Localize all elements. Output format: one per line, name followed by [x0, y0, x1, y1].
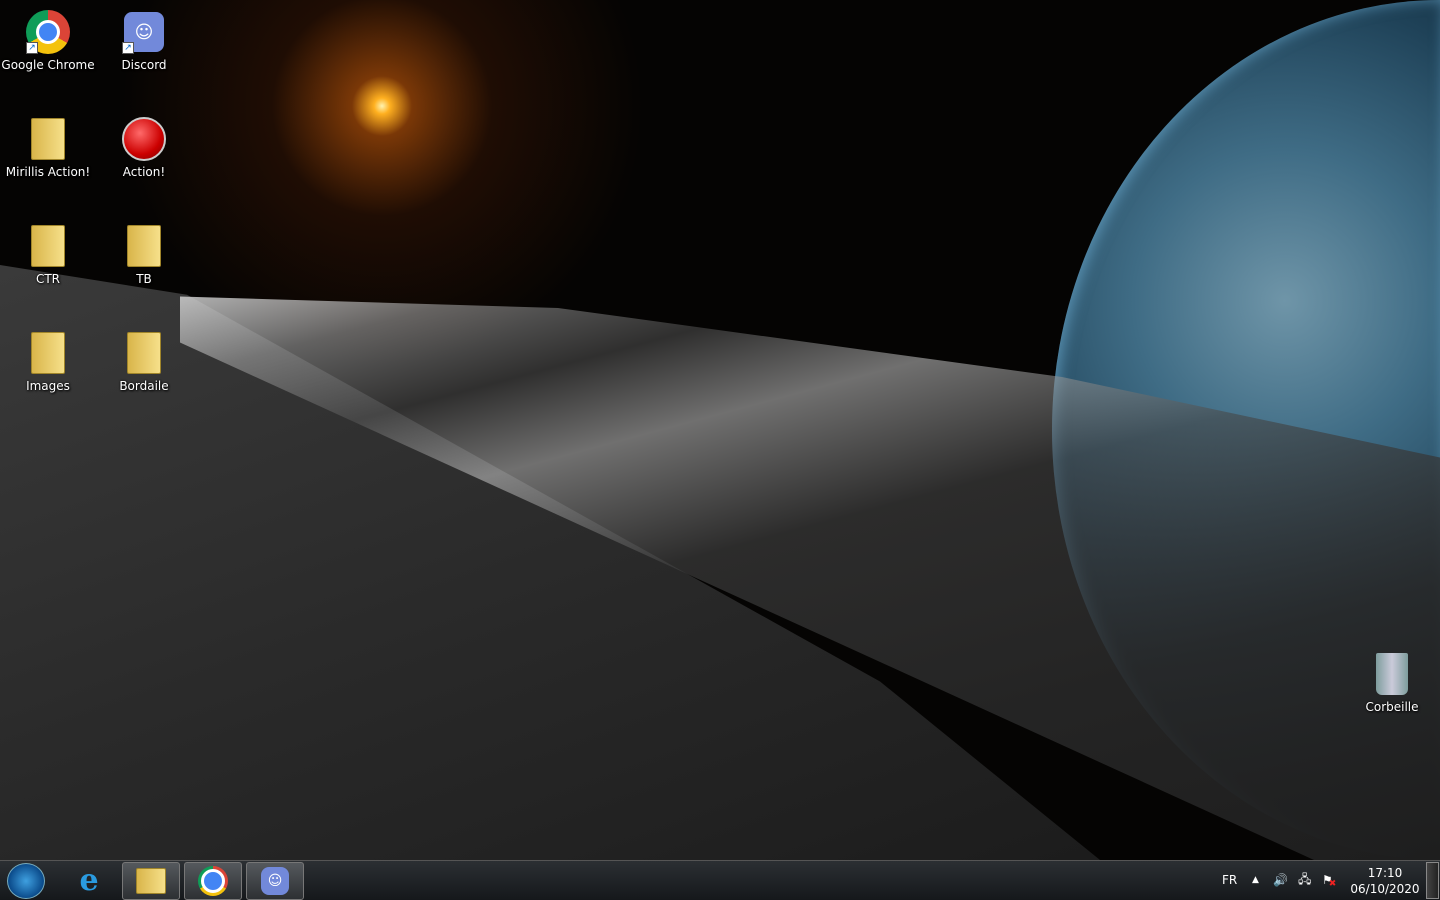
show-hidden-icons-button[interactable]: ▲	[1252, 861, 1259, 899]
chrome-icon	[198, 866, 228, 896]
folder-icon	[127, 225, 161, 267]
icon-label: Mirillis Action!	[5, 165, 91, 179]
desktop-icon-discord[interactable]: ☺ ↗ Discord	[99, 8, 189, 72]
icon-label: TB	[136, 272, 152, 286]
icon-label: Action!	[122, 165, 166, 179]
chevron-up-icon: ▲	[1252, 875, 1259, 885]
internet-explorer-icon: e	[79, 863, 99, 898]
desktop-icon-google-chrome[interactable]: ↗ Google Chrome	[1, 8, 95, 72]
desktop-icon-action[interactable]: Action!	[99, 115, 189, 179]
desktop-icon-ctr[interactable]: CTR	[3, 222, 93, 286]
clock[interactable]: 17:10 06/10/2020	[1345, 865, 1425, 897]
icon-label: CTR	[35, 272, 61, 286]
icon-label: Corbeille	[1365, 700, 1419, 714]
folder-icon	[31, 225, 65, 267]
error-badge-icon: ✖	[1328, 879, 1337, 889]
desktop-icon-corbeille[interactable]: Corbeille	[1347, 650, 1437, 714]
start-button[interactable]	[7, 863, 45, 899]
taskbar-discord[interactable]: ☺	[246, 862, 304, 900]
shortcut-arrow-icon: ↗	[122, 42, 134, 54]
file-explorer-icon	[136, 868, 166, 894]
recycle-bin-icon	[1376, 653, 1408, 695]
network-icon: 🖧	[1298, 871, 1312, 886]
discord-icon: ☺	[261, 867, 289, 895]
taskbar-internet-explorer[interactable]: e	[60, 862, 118, 900]
action-icon	[122, 117, 166, 161]
show-desktop-button[interactable]	[1426, 862, 1439, 899]
icon-label: Bordaile	[119, 379, 169, 393]
desktop-icon-images[interactable]: Images	[3, 329, 93, 393]
clock-time: 17:10	[1367, 866, 1403, 880]
taskbar: e ☺ FR ▲ 🔊 🖧 ⚑ ✖ 17:10 06/10/2020	[0, 860, 1440, 900]
desktop[interactable]: ↗ Google Chrome ☺ ↗ Discord Mirillis Acti…	[0, 0, 1440, 860]
volume-button[interactable]: 🔊	[1273, 861, 1288, 899]
taskbar-chrome[interactable]	[184, 862, 242, 900]
folder-icon	[127, 332, 161, 374]
icon-label: Images	[26, 379, 70, 393]
network-button[interactable]: 🖧	[1298, 861, 1311, 899]
clock-date: 06/10/2020	[1350, 882, 1420, 896]
volume-icon: 🔊	[1273, 873, 1288, 887]
desktop-icon-tb[interactable]: TB	[99, 222, 189, 286]
taskbar-file-explorer[interactable]	[122, 862, 180, 900]
shortcut-arrow-icon: ↗	[26, 42, 38, 54]
folder-icon	[31, 332, 65, 374]
action-center-button[interactable]: ⚑ ✖	[1322, 861, 1336, 899]
desktop-icon-bordaile[interactable]: Bordaile	[99, 329, 189, 393]
icon-label: Google Chrome	[1, 58, 95, 72]
language-indicator[interactable]: FR	[1222, 861, 1237, 899]
icon-label: Discord	[121, 58, 167, 72]
desktop-icon-mirillis-action[interactable]: Mirillis Action!	[3, 115, 93, 179]
folder-icon	[31, 118, 65, 160]
language-label: FR	[1222, 873, 1238, 887]
